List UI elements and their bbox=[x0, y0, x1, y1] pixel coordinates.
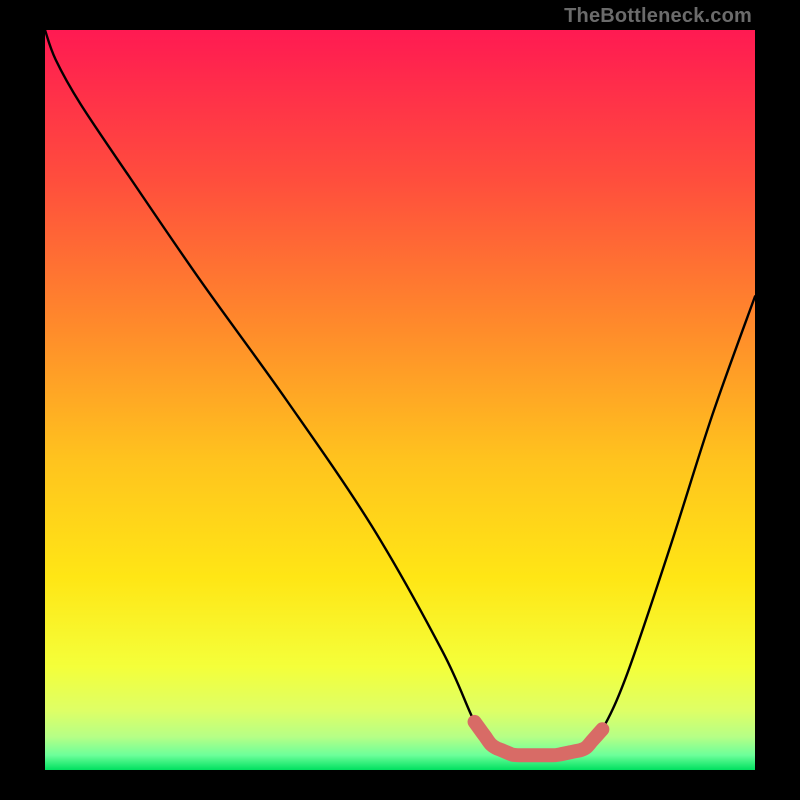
plot-area bbox=[45, 30, 755, 770]
attribution-text: TheBottleneck.com bbox=[564, 5, 752, 28]
chart-svg bbox=[45, 30, 755, 770]
chart-frame: TheBottleneck.com bbox=[0, 0, 800, 800]
gradient-background bbox=[45, 30, 755, 770]
